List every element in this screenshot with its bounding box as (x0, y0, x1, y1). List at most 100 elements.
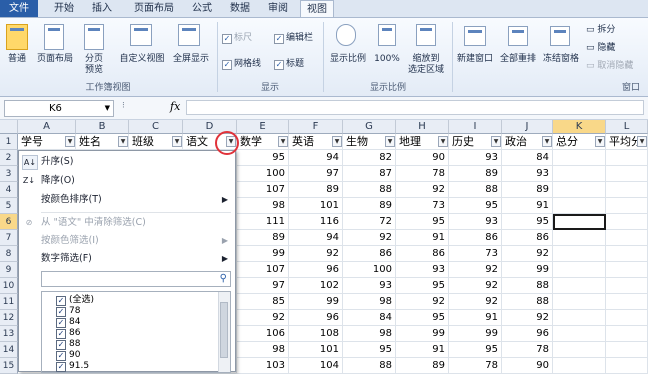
filter-dropdown-icon[interactable]: ▼ (172, 136, 182, 147)
data-cell[interactable]: 98 (237, 198, 289, 214)
tab-home[interactable]: 开始 (48, 0, 80, 17)
grid-cell[interactable] (606, 294, 648, 310)
data-cell[interactable]: 82 (343, 150, 396, 166)
grid-cell[interactable] (553, 294, 606, 310)
row-header[interactable]: 5 (0, 198, 18, 214)
data-cell[interactable]: 95 (396, 214, 449, 230)
data-cell[interactable]: 95 (449, 342, 502, 358)
data-cell[interactable]: 107 (237, 262, 289, 278)
data-cell[interactable]: 93 (449, 150, 502, 166)
grid-cell[interactable] (606, 150, 648, 166)
data-cell[interactable]: 78 (396, 166, 449, 182)
data-cell[interactable]: 108 (289, 326, 343, 342)
data-cell[interactable]: 89 (502, 182, 553, 198)
full-screen-button[interactable]: 全屏显示 (168, 54, 214, 65)
header-cell[interactable]: 政治 ▼ (502, 134, 553, 150)
data-cell[interactable]: 97 (237, 278, 289, 294)
page-layout-view-button[interactable]: 页面布局 (34, 54, 76, 65)
data-cell[interactable]: 116 (289, 214, 343, 230)
row-header[interactable]: 11 (0, 294, 18, 310)
data-cell[interactable]: 92 (343, 230, 396, 246)
data-cell[interactable]: 95 (343, 342, 396, 358)
tab-insert[interactable]: 插入 (86, 0, 118, 17)
filter-dropdown-icon[interactable]: ▼ (65, 136, 75, 147)
filter-dropdown-icon[interactable]: ▼ (332, 136, 342, 147)
row-header[interactable]: 6 (0, 214, 18, 230)
data-cell[interactable]: 88 (343, 182, 396, 198)
data-cell[interactable]: 95 (396, 278, 449, 294)
data-cell[interactable]: 91 (449, 310, 502, 326)
data-cell[interactable]: 95 (396, 310, 449, 326)
data-cell[interactable]: 95 (237, 150, 289, 166)
grid-cell[interactable] (606, 310, 648, 326)
data-cell[interactable]: 96 (289, 310, 343, 326)
data-cell[interactable]: 91 (396, 230, 449, 246)
unhide-button[interactable]: ▭ 取消隐藏 (586, 60, 633, 72)
data-cell[interactable]: 72 (343, 214, 396, 230)
page-break-preview-button[interactable]: 分页 预览 (78, 54, 110, 76)
data-cell[interactable]: 99 (237, 246, 289, 262)
data-cell[interactable]: 98 (237, 342, 289, 358)
column-header[interactable]: E (237, 120, 289, 134)
data-cell[interactable]: 73 (396, 198, 449, 214)
data-cell[interactable]: 86 (343, 246, 396, 262)
data-cell[interactable]: 92 (449, 262, 502, 278)
row-header[interactable]: 2 (0, 150, 18, 166)
menu-sort-ascending[interactable]: A↓ 升序(S) (19, 153, 235, 171)
data-cell[interactable]: 88 (449, 182, 502, 198)
scrollbar-thumb[interactable] (220, 302, 228, 358)
data-cell[interactable]: 94 (289, 230, 343, 246)
data-cell[interactable]: 100 (237, 166, 289, 182)
data-cell[interactable]: 88 (502, 294, 553, 310)
data-cell[interactable]: 84 (502, 150, 553, 166)
filter-dropdown-icon[interactable]: ▼ (118, 136, 128, 147)
filter-dropdown-icon[interactable]: ▼ (438, 136, 448, 147)
zoom-button[interactable]: 显示比例 (326, 54, 370, 65)
row-header[interactable]: 14 (0, 342, 18, 358)
data-cell[interactable]: 92 (449, 278, 502, 294)
data-cell[interactable]: 100 (343, 262, 396, 278)
grid-cell[interactable] (553, 278, 606, 294)
data-cell[interactable]: 90 (396, 150, 449, 166)
column-header[interactable]: I (449, 120, 502, 134)
data-cell[interactable]: 91 (396, 342, 449, 358)
tab-review[interactable]: 审阅 (262, 0, 294, 17)
data-cell[interactable]: 98 (343, 326, 396, 342)
data-cell[interactable]: 101 (289, 342, 343, 358)
data-cell[interactable]: 89 (449, 166, 502, 182)
header-cell[interactable]: 学号 ▼ (18, 134, 76, 150)
column-header[interactable]: F (289, 120, 343, 134)
column-header[interactable]: C (129, 120, 183, 134)
row-header[interactable]: 7 (0, 230, 18, 246)
data-cell[interactable]: 94 (289, 150, 343, 166)
data-cell[interactable]: 73 (449, 246, 502, 262)
column-header[interactable]: B (76, 120, 129, 134)
data-cell[interactable]: 92 (237, 310, 289, 326)
row-header[interactable]: 4 (0, 182, 18, 198)
menu-number-filters[interactable]: 数字筛选(F) ▶ (19, 250, 235, 268)
formula-bar-checkbox[interactable]: ✓ 编辑栏 (274, 32, 313, 44)
tab-data[interactable]: 数据 (224, 0, 256, 17)
filter-dropdown-icon[interactable]: ▼ (595, 136, 605, 147)
grid-cell[interactable] (606, 198, 648, 214)
data-cell[interactable]: 92 (396, 182, 449, 198)
menu-filter-by-color[interactable]: 按颜色筛选(I) ▶ (19, 232, 235, 250)
zoom-to-selection-button[interactable]: 缩放到 选定区域 (402, 54, 450, 76)
data-cell[interactable]: 93 (343, 278, 396, 294)
data-cell[interactable]: 97 (289, 166, 343, 182)
tab-file[interactable]: 文件 (0, 0, 38, 17)
header-cell[interactable]: 平均分 ▼ (606, 134, 648, 150)
tab-page-layout[interactable]: 页面布局 (126, 0, 182, 17)
header-cell[interactable]: 生物 ▼ (343, 134, 396, 150)
active-cell[interactable] (553, 214, 606, 230)
grid-cell[interactable] (553, 262, 606, 278)
gridlines-checkbox[interactable]: ✓ 网格线 (222, 58, 261, 70)
data-cell[interactable]: 86 (502, 230, 553, 246)
data-cell[interactable]: 93 (396, 262, 449, 278)
data-cell[interactable]: 98 (343, 294, 396, 310)
grid-cell[interactable] (606, 230, 648, 246)
formula-input[interactable] (186, 100, 644, 115)
grid-cell[interactable] (553, 166, 606, 182)
grid-cell[interactable] (606, 182, 648, 198)
checkbox-icon[interactable]: ✓ (56, 362, 66, 372)
